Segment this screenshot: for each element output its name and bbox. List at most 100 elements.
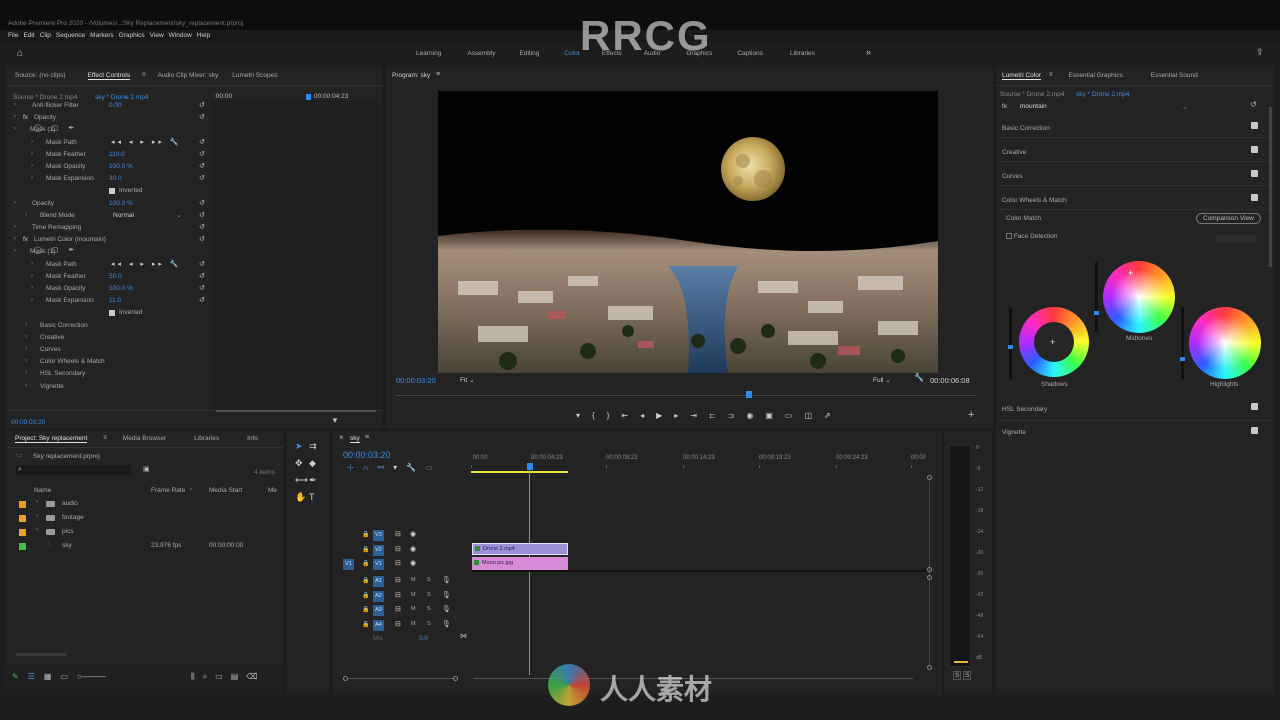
sync-icon[interactable]: ⊟ xyxy=(395,620,401,628)
apply-match-button[interactable] xyxy=(1216,235,1256,243)
face-detection-checkbox[interactable] xyxy=(1006,233,1012,240)
comparison-view-button[interactable]: Comparison View xyxy=(1196,213,1261,224)
ec-tab-menu-icon[interactable]: ≡ xyxy=(142,72,146,80)
reset-param-icon[interactable]: ↺ xyxy=(199,296,205,304)
reset-param-icon[interactable]: ↺ xyxy=(199,113,205,121)
sync-icon[interactable]: ⊟ xyxy=(395,576,401,584)
lock-icon[interactable]: 🔒 xyxy=(362,592,369,599)
lock-icon[interactable]: 🔒 xyxy=(362,606,369,613)
ec-tab-2[interactable]: Audio Clip Mixer: sky xyxy=(158,72,219,80)
inverted-checkbox[interactable] xyxy=(109,310,115,317)
mute-button[interactable]: M xyxy=(411,621,416,627)
ec-prop-value[interactable]: 100.0 % xyxy=(109,163,133,170)
reset-param-icon[interactable]: ↺ xyxy=(199,235,205,243)
blend-mode-dropdown[interactable]: Normal xyxy=(113,212,185,219)
expand-chevron-icon[interactable]: › xyxy=(36,513,38,519)
mic-icon[interactable]: 🎙 xyxy=(442,620,451,628)
col-media-end[interactable]: Me xyxy=(268,487,277,494)
program-scrubber[interactable] xyxy=(396,395,976,396)
audio-track-header[interactable]: 🔒 A4 ⊟ M S 🎙 xyxy=(333,619,463,632)
ec-row[interactable]: › Mask Opacity 100.0 % ↺ xyxy=(6,284,211,296)
expand-chevron-icon[interactable]: › xyxy=(31,285,33,291)
wrench-icon[interactable]: 🔧 xyxy=(914,374,924,382)
video-frame[interactable] xyxy=(438,91,938,373)
preset-dropdown[interactable]: mountain xyxy=(1020,103,1047,110)
ec-prop-value[interactable]: 100.0 % xyxy=(109,200,133,207)
go-to-out-icon[interactable]: ⇥ xyxy=(690,411,697,420)
vignette-header[interactable]: Vignette xyxy=(1002,429,1026,436)
timeline-settings-icon[interactable]: 🔧 xyxy=(406,463,416,472)
slip-tool-icon[interactable]: ⟷ xyxy=(295,475,309,486)
project-tab-2[interactable]: Libraries xyxy=(194,435,219,443)
clear-icon[interactable]: ⌫ xyxy=(246,672,257,682)
ec-tab-3[interactable]: Lumetri Scopes xyxy=(232,72,277,80)
mask-path-controls-icon[interactable]: ◂◂ ◂ ▸ ▸▸ 🔧 xyxy=(111,138,182,146)
timeline-hscroll[interactable] xyxy=(348,678,453,679)
ec-row[interactable]: › Color Wheels & Match xyxy=(6,357,211,369)
highlights-slider-handle[interactable] xyxy=(1180,357,1185,361)
dropdown-chevron-icon[interactable]: ⌄ xyxy=(176,211,182,219)
vr-icon[interactable]: ▭ xyxy=(785,411,793,420)
menu-edit[interactable]: Edit xyxy=(23,32,34,39)
track-divider-handle[interactable] xyxy=(927,567,932,572)
mute-button[interactable]: M xyxy=(411,592,416,598)
bin-automate-icon[interactable]: ⫼ xyxy=(191,672,195,682)
highlights-wheel[interactable]: + xyxy=(1189,307,1261,379)
lumetri-section-checkbox[interactable] xyxy=(1251,194,1258,201)
sync-icon[interactable]: ⊟ xyxy=(395,530,401,538)
track-target-toggle[interactable]: A1 xyxy=(373,576,384,587)
filter-icon[interactable]: ▼ xyxy=(331,417,339,425)
mute-button[interactable]: M xyxy=(411,606,416,612)
mix-end-icon[interactable]: ⋈ xyxy=(460,633,467,640)
preset-chevron-icon[interactable]: ⌄ xyxy=(1182,103,1187,111)
ec-row[interactable]: › HSL Secondary xyxy=(6,369,211,381)
mic-icon[interactable]: 🎙 xyxy=(442,576,451,584)
face-detection-row[interactable]: Face Detection xyxy=(1006,233,1058,240)
reset-param-icon[interactable]: ↺ xyxy=(199,260,205,268)
menu-sequence[interactable]: Sequence xyxy=(56,32,85,39)
ec-row[interactable]: › Opacity 100.0 % ↺ xyxy=(6,199,211,211)
project-tab-0[interactable]: Project: Sky replacement xyxy=(15,435,88,443)
workspace-tab-learning[interactable]: Learning xyxy=(416,50,441,57)
ec-row[interactable]: › Mask (1) xyxy=(6,125,211,137)
expand-chevron-icon[interactable]: › xyxy=(14,114,16,120)
new-bin-icon[interactable]: ▭ xyxy=(215,672,223,682)
ec-row[interactable]: › Basic Correction xyxy=(6,321,211,333)
audio-track-header[interactable]: 🔒 A2 ⊟ M S 🎙 xyxy=(333,590,463,603)
lumetri-section-checkbox[interactable] xyxy=(1251,170,1258,177)
fit-dropdown[interactable]: Fit ⌄ xyxy=(460,376,475,384)
expand-chevron-icon[interactable]: › xyxy=(14,236,16,242)
midtones-slider[interactable] xyxy=(1095,262,1098,332)
more-workspaces-icon[interactable]: » xyxy=(866,48,871,57)
col-name[interactable]: Name xyxy=(34,487,51,494)
hsl-secondary-checkbox[interactable] xyxy=(1251,403,1258,410)
lock-icon[interactable]: 🔒 xyxy=(362,577,369,584)
track-target-toggle[interactable]: V2 xyxy=(373,544,384,556)
fx-toggle-icon[interactable]: fx xyxy=(23,114,28,121)
add-button-icon[interactable]: + xyxy=(968,410,974,421)
mark-out-icon[interactable]: } xyxy=(607,411,610,420)
expand-chevron-icon[interactable]: › xyxy=(14,200,16,206)
video-track-header[interactable]: 🔒 V2 ⊟ ◉ xyxy=(333,544,463,557)
eye-icon[interactable]: ◉ xyxy=(410,545,416,553)
expand-chevron-icon[interactable]: › xyxy=(25,346,27,352)
quality-dropdown[interactable]: Full ⌄ xyxy=(873,376,891,384)
workspace-tab-editing[interactable]: Editing xyxy=(520,50,540,57)
lock-icon[interactable]: 🔒 xyxy=(362,560,369,567)
expand-chevron-icon[interactable]: › xyxy=(25,212,27,218)
ec-row[interactable]: › fx Lumetri Color (mountain) ◯ ▢ ✒ ↺ xyxy=(6,235,211,254)
reset-param-icon[interactable]: ↺ xyxy=(199,284,205,292)
expand-chevron-icon[interactable]: › xyxy=(31,261,33,267)
mute-button[interactable]: M xyxy=(411,577,416,583)
expand-chevron-icon[interactable]: › xyxy=(25,383,27,389)
mic-icon[interactable]: 🎙 xyxy=(442,591,451,599)
project-item[interactable]: ⫶ sky 23.976 fps 00:00:00:00 xyxy=(6,539,283,553)
lock-icon[interactable]: 🔒 xyxy=(362,546,369,553)
ec-row[interactable]: › fx Opacity ◯ ▢ ✒ ↺ xyxy=(6,113,211,132)
hsl-secondary-header[interactable]: HSL Secondary xyxy=(1002,406,1047,413)
reset-param-icon[interactable]: ↺ xyxy=(199,199,205,207)
pen-tool-icon[interactable]: ✒ xyxy=(309,475,323,486)
col-media-start[interactable]: Media Start xyxy=(209,487,242,494)
project-tab-3[interactable]: Info xyxy=(247,435,258,443)
lock-icon[interactable]: 🔒 xyxy=(362,531,369,538)
